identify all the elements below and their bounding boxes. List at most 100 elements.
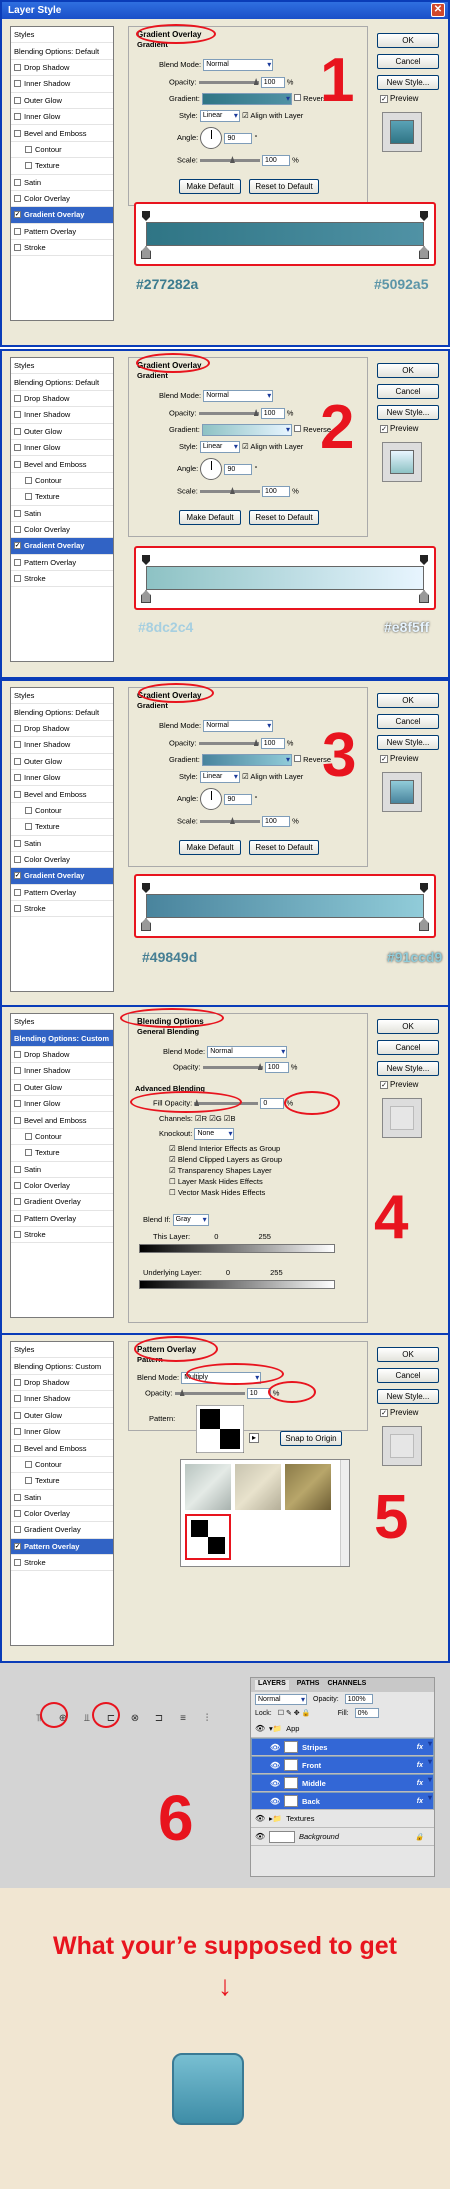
styles-item-outer-glow[interactable]: Outer Glow (11, 1408, 113, 1424)
blend-mode-select[interactable]: Normal (203, 720, 274, 732)
check-layer-mask[interactable]: ☐ Layer Mask Hides Effects (169, 1177, 263, 1186)
checkbox[interactable] (25, 823, 32, 831)
eye-icon[interactable]: 👁 (255, 1832, 265, 1841)
opacity-slider[interactable] (174, 1389, 245, 1396)
color-stop-left[interactable] (141, 246, 151, 259)
close-icon[interactable]: ✕ (431, 3, 445, 17)
checkbox[interactable] (14, 856, 21, 864)
styles-item-blending[interactable]: Blending Options: Default (11, 374, 113, 391)
styles-item-texture[interactable]: Texture (11, 819, 113, 836)
ok-button[interactable]: OK (377, 1347, 439, 1362)
checkbox[interactable] (14, 1214, 21, 1222)
styles-item-satin[interactable]: Satin (11, 836, 113, 852)
checkbox[interactable] (14, 96, 21, 104)
checkbox[interactable] (14, 1510, 21, 1518)
gradient-picker[interactable] (201, 93, 292, 105)
styles-item-pattern-overlay[interactable]: Pattern Overlay (11, 885, 113, 902)
styles-item-inner-glow[interactable]: Inner Glow (11, 1096, 113, 1113)
styles-item-inner-glow[interactable]: Inner Glow (11, 1424, 113, 1441)
pattern-swatch-clouds[interactable] (185, 1464, 231, 1510)
snap-origin-button[interactable]: Snap to Origin (280, 1431, 342, 1446)
layer-group-app[interactable]: 👁 ▾📁 App (251, 1720, 434, 1738)
checkbox[interactable] (14, 1493, 21, 1501)
checkbox[interactable] (25, 493, 32, 501)
styles-item-stroke[interactable]: Stroke (11, 1555, 113, 1572)
checkbox[interactable] (14, 1378, 21, 1386)
eye-icon[interactable]: 👁 (255, 1724, 265, 1733)
checkbox[interactable] (25, 1460, 32, 1468)
layer-middle[interactable]: 👁 Middle fx (251, 1774, 434, 1792)
layer-back[interactable]: 👁 Back fx (251, 1792, 434, 1810)
styles-item-texture[interactable]: Texture (11, 1145, 113, 1162)
styles-header[interactable]: Styles (11, 358, 113, 375)
checkbox[interactable] (14, 460, 21, 468)
styles-item-inner-glow[interactable]: Inner Glow (11, 109, 113, 126)
styles-item-stroke[interactable]: Stroke (11, 1227, 113, 1244)
ok-button[interactable]: OK (377, 33, 439, 48)
styles-item-satin[interactable]: Satin (11, 175, 113, 191)
styles-item-color-overlay[interactable]: Color Overlay (11, 852, 113, 869)
cancel-button[interactable]: Cancel (377, 384, 439, 399)
styles-item-drop-shadow[interactable]: Drop Shadow (11, 391, 113, 408)
checkbox[interactable] (14, 1050, 21, 1058)
reverse-checkbox[interactable] (294, 424, 302, 432)
styles-item-drop-shadow[interactable]: Drop Shadow (11, 1375, 113, 1392)
checkbox[interactable] (14, 790, 21, 798)
color-stop-right[interactable] (419, 246, 429, 259)
checkbox[interactable] (14, 839, 21, 847)
eye-icon[interactable]: 👁 (270, 1761, 280, 1770)
opacity-slider[interactable] (198, 78, 259, 85)
checkbox[interactable] (14, 575, 21, 583)
underlying-ramp[interactable] (139, 1280, 335, 1289)
checkbox[interactable] (14, 1559, 21, 1567)
reset-default-button[interactable]: Reset to Default (249, 179, 319, 194)
pattern-menu-icon[interactable]: ▸ (249, 1433, 259, 1443)
reset-default-button[interactable]: Reset to Default (249, 840, 319, 855)
checkbox[interactable] (14, 724, 21, 732)
scale-slider[interactable] (199, 487, 260, 494)
eye-icon[interactable]: 👁 (270, 1743, 280, 1752)
styles-item-bevel[interactable]: Bevel and Emboss (11, 1112, 113, 1129)
cancel-button[interactable]: Cancel (377, 1368, 439, 1383)
color-stop-right[interactable] (419, 918, 429, 931)
checkbox[interactable] (25, 476, 32, 484)
styles-item-drop-shadow[interactable]: Drop Shadow (11, 721, 113, 738)
eye-icon[interactable]: 👁 (255, 1814, 265, 1823)
styles-item-drop-shadow[interactable]: Drop Shadow (11, 1047, 113, 1064)
styles-item-color-overlay[interactable]: Color Overlay (11, 1506, 113, 1523)
styles-header[interactable]: Styles (11, 688, 113, 705)
color-stop-right[interactable] (419, 590, 429, 603)
styles-item-color-overlay[interactable]: Color Overlay (11, 522, 113, 539)
styles-item-texture[interactable]: Texture (11, 489, 113, 506)
fill-opacity-field[interactable]: 0 (260, 1098, 285, 1109)
make-default-button[interactable]: Make Default (179, 510, 241, 525)
checkbox[interactable] (14, 1083, 21, 1091)
reverse-checkbox[interactable] (294, 754, 302, 762)
pattern-swatch-paper[interactable] (235, 1464, 281, 1510)
eye-icon[interactable]: 👁 (270, 1797, 280, 1806)
check-blend-interior[interactable]: ☑ Blend Interior Effects as Group (169, 1144, 280, 1153)
checkbox[interactable] (14, 244, 21, 252)
styles-item-pattern-overlay[interactable]: Pattern Overlay (11, 1211, 113, 1228)
new-style-button[interactable]: New Style... (377, 405, 439, 420)
styles-item-satin[interactable]: Satin (11, 506, 113, 522)
new-style-button[interactable]: New Style... (377, 1061, 439, 1076)
align-hcenter-icon[interactable]: ⊗ (126, 1713, 144, 1724)
styles-item-gradient-overlay[interactable]: Gradient Overlay (11, 1522, 113, 1539)
opacity-stop-left[interactable] (142, 555, 150, 565)
checkbox[interactable] (14, 1231, 21, 1239)
distribute-icon[interactable]: ≡ (174, 1713, 192, 1724)
checkbox[interactable] (14, 1395, 21, 1403)
checkbox[interactable] (25, 1477, 32, 1485)
styles-item-satin[interactable]: Satin (11, 1162, 113, 1178)
styles-item-inner-glow[interactable]: Inner Glow (11, 770, 113, 787)
styles-item-satin[interactable]: Satin (11, 1490, 113, 1506)
scale-field[interactable]: 100 (262, 486, 291, 497)
styles-item-contour[interactable]: Contour (11, 142, 113, 159)
opacity-stop-right[interactable] (420, 883, 428, 893)
check-blend-clipped[interactable]: ☑ Blend Clipped Layers as Group (169, 1155, 282, 1164)
pattern-swatch-burlap[interactable] (285, 1464, 331, 1510)
checkbox[interactable]: ✓ (14, 872, 21, 880)
this-layer-ramp[interactable] (139, 1244, 335, 1253)
knockout-select[interactable]: None (194, 1128, 235, 1140)
